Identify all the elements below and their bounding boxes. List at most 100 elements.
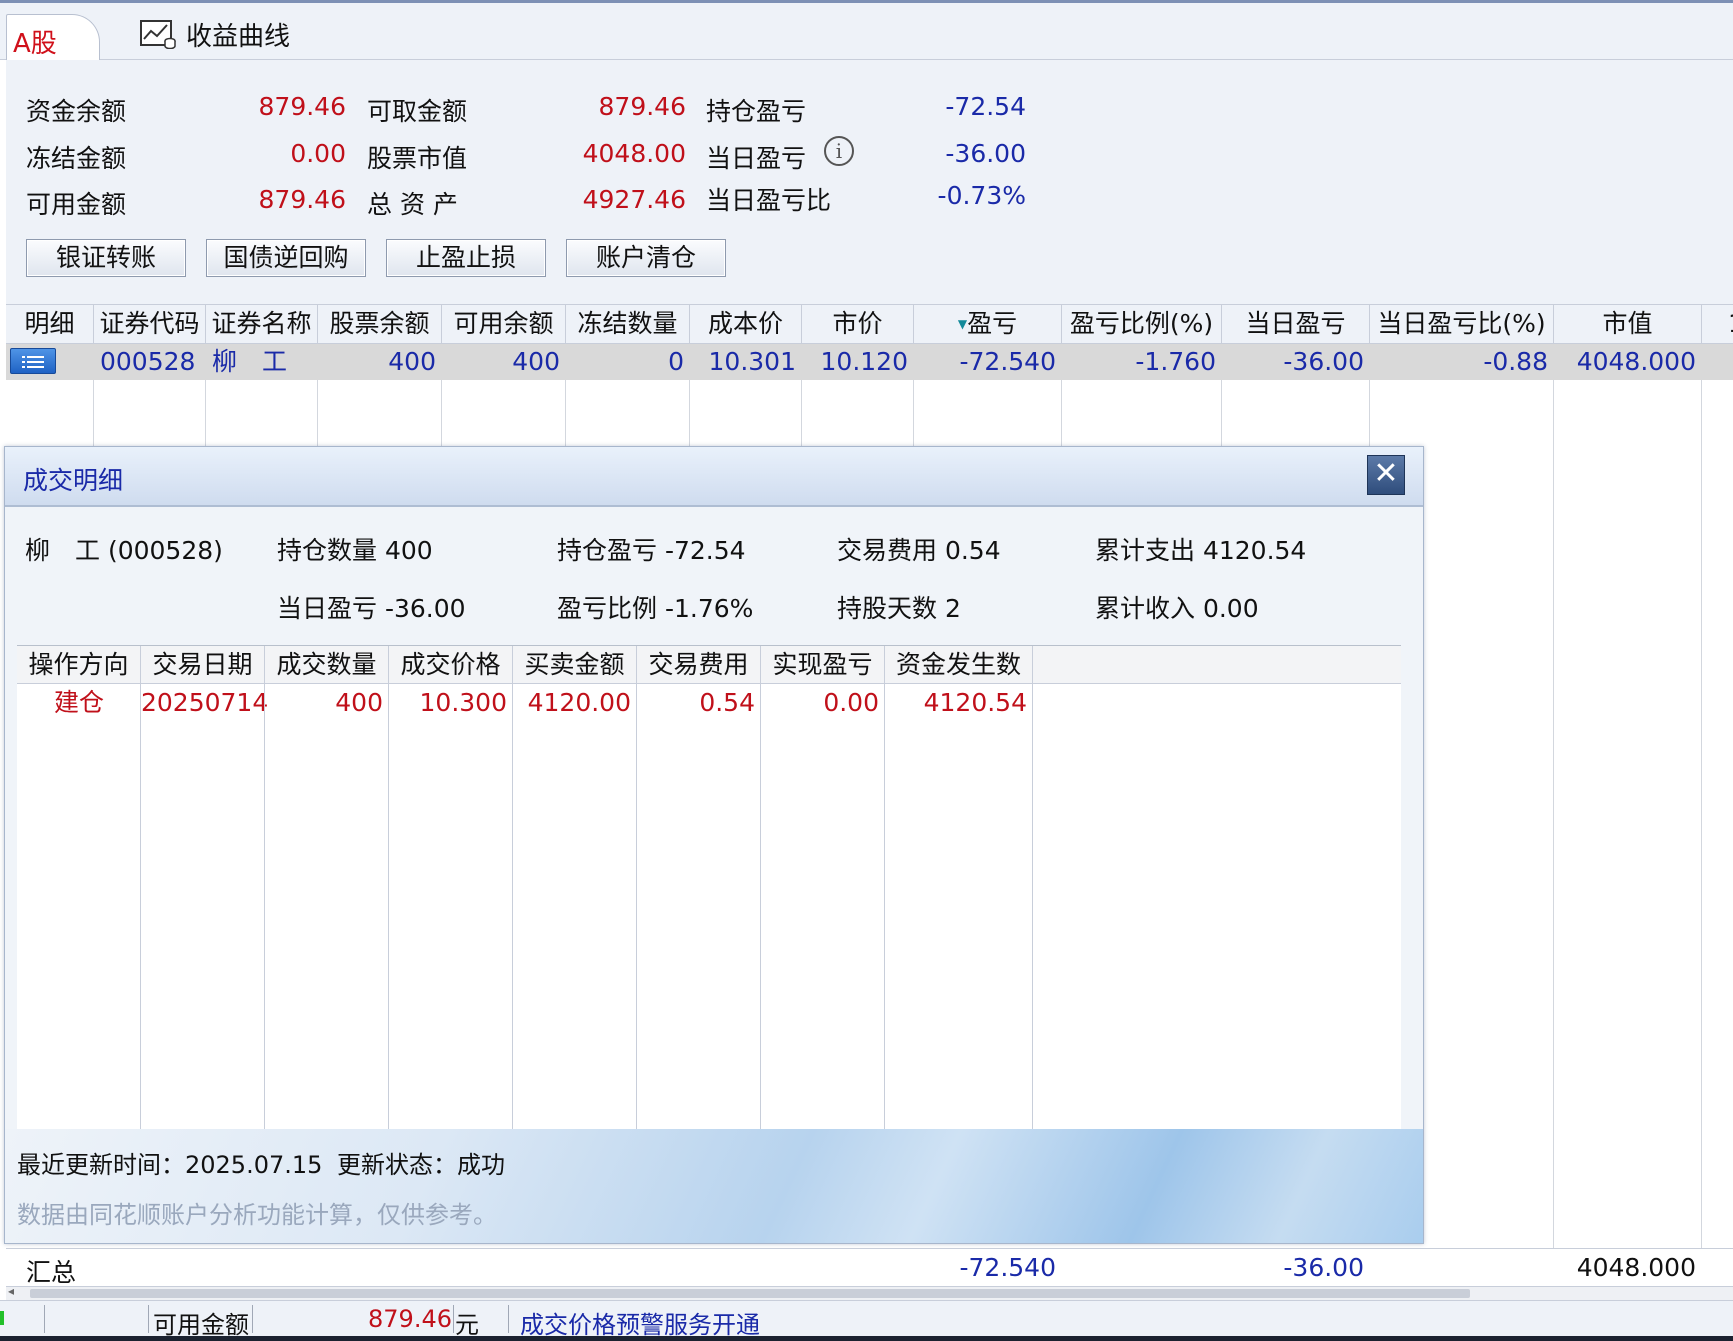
frozen-value: 0.00 bbox=[290, 139, 346, 168]
scrollbar-thumb[interactable] bbox=[30, 1289, 1470, 1298]
stock-name-code: 柳 工 (000528) bbox=[25, 536, 223, 565]
daily-pl-ratio-value: -0.73% bbox=[937, 181, 1026, 210]
col-amount[interactable]: 买卖金额 bbox=[513, 646, 637, 684]
col-daily-pl-ratio[interactable]: 当日盈亏比(%) bbox=[1370, 305, 1554, 343]
withdrawable-label: 可取金额 bbox=[367, 97, 468, 126]
status-available-label: 可用金额 bbox=[153, 1311, 249, 1339]
col-more[interactable]: 1 bbox=[1702, 305, 1733, 343]
holdings-header: 明细 证券代码 证券名称 股票余额 可用余额 冻结数量 成本价 市价 ▼盈亏 盈… bbox=[6, 304, 1733, 344]
cell-pl: -72.540 bbox=[959, 347, 1057, 376]
cell-date: 20250714 bbox=[141, 688, 269, 717]
stop-profit-loss-button[interactable]: 止盈止损 bbox=[386, 239, 546, 277]
col-empty bbox=[1033, 646, 1401, 684]
col-price[interactable]: 成交价格 bbox=[389, 646, 513, 684]
position-qty: 持仓数量 400 bbox=[277, 536, 433, 565]
col-date[interactable]: 交易日期 bbox=[141, 646, 265, 684]
reverse-repo-button[interactable]: 国债逆回购 bbox=[206, 239, 366, 277]
trade-table: 操作方向 交易日期 成交数量 成交价格 买卖金额 交易费用 实现盈亏 资金发生数… bbox=[17, 645, 1401, 1130]
total-assets-value: 4927.46 bbox=[582, 185, 686, 214]
tab-profit-curve[interactable]: 收益曲线 bbox=[140, 14, 290, 54]
cell-amount: 4120.00 bbox=[527, 688, 631, 717]
col-name[interactable]: 证券名称 bbox=[206, 305, 318, 343]
col-cash-flow[interactable]: 资金发生数 bbox=[885, 646, 1033, 684]
detail-list-icon[interactable] bbox=[10, 348, 56, 374]
col-realized[interactable]: 实现盈亏 bbox=[761, 646, 885, 684]
update-status: 更新状态：成功 bbox=[337, 1151, 505, 1179]
pl-ratio: 盈亏比例 -1.76% bbox=[557, 594, 754, 623]
col-pl-ratio[interactable]: 盈亏比例(%) bbox=[1062, 305, 1222, 343]
line-chart-icon bbox=[140, 20, 176, 49]
total-assets-label: 总 资 产 bbox=[367, 190, 458, 219]
position-pl: 持仓盈亏 -72.54 bbox=[557, 536, 746, 565]
total-out: 累计支出 4120.54 bbox=[1095, 536, 1307, 565]
frozen-label: 冻结金额 bbox=[26, 144, 127, 173]
available-value: 879.46 bbox=[258, 185, 346, 214]
cell-qty: 400 bbox=[335, 688, 383, 717]
col-price[interactable]: 市价 bbox=[802, 305, 914, 343]
total-in: 累计收入 0.00 bbox=[1095, 594, 1259, 623]
clear-account-button[interactable]: 账户清仓 bbox=[566, 239, 726, 277]
cell-daily-pl-ratio: -0.88 bbox=[1483, 347, 1548, 376]
total-daily-pl: -36.00 bbox=[1283, 1253, 1364, 1282]
bottom-ticker-strip bbox=[0, 1336, 1733, 1341]
dialog-title-bar[interactable]: 成交明细 bbox=[5, 447, 1423, 507]
cell-realized: 0.00 bbox=[823, 688, 879, 717]
total-pl: -72.540 bbox=[959, 1253, 1057, 1282]
cell-cost: 10.301 bbox=[708, 347, 796, 376]
tab-a-share-label: A股 bbox=[13, 29, 57, 59]
tab-profit-curve-label: 收益曲线 bbox=[186, 21, 291, 52]
status-bar: 可用金额 879.46 元 成交价格预警服务开通 bbox=[0, 1300, 1733, 1340]
col-frozen[interactable]: 冻结数量 bbox=[566, 305, 690, 343]
bank-transfer-button[interactable]: 银证转账 bbox=[26, 239, 186, 277]
col-available[interactable]: 可用余额 bbox=[442, 305, 566, 343]
cell-name: 柳 工 bbox=[212, 347, 288, 376]
cell-frozen: 0 bbox=[668, 347, 684, 376]
cell-price: 10.120 bbox=[820, 347, 908, 376]
col-fee[interactable]: 交易费用 bbox=[637, 646, 761, 684]
col-cost[interactable]: 成本价 bbox=[690, 305, 802, 343]
trade-fee: 交易费用 0.54 bbox=[837, 536, 1001, 565]
market-value-label: 股票市值 bbox=[367, 144, 468, 173]
col-qty[interactable]: 成交数量 bbox=[265, 646, 389, 684]
cell-pl-ratio: -1.760 bbox=[1135, 347, 1216, 376]
daily-pl-label: 当日盈亏 bbox=[706, 144, 807, 173]
withdrawable-value: 879.46 bbox=[598, 92, 686, 121]
scroll-left-icon[interactable]: ◂ bbox=[8, 1284, 14, 1298]
position-pl-label: 持仓盈亏 bbox=[706, 97, 807, 126]
cell-fee: 0.54 bbox=[699, 688, 755, 717]
cell-code: 000528 bbox=[100, 347, 196, 376]
available-label: 可用金额 bbox=[26, 190, 127, 219]
cell-direction: 建仓 bbox=[53, 688, 104, 717]
status-indicator bbox=[0, 1311, 4, 1325]
daily-pl-value: -36.00 bbox=[945, 139, 1026, 168]
col-pl-label: 盈亏 bbox=[967, 309, 1018, 338]
tab-a-share[interactable]: A股 bbox=[6, 14, 100, 62]
status-available-value: 879.46 bbox=[368, 1305, 452, 1333]
total-label: 汇总 bbox=[26, 1258, 77, 1287]
cell-price: 10.300 bbox=[419, 688, 507, 717]
holding-days: 持股天数 2 bbox=[837, 594, 961, 623]
cell-market-value: 4048.000 bbox=[1576, 347, 1696, 376]
horizontal-scrollbar[interactable]: ◂ bbox=[6, 1284, 1733, 1301]
col-pl[interactable]: ▼盈亏 bbox=[914, 305, 1062, 343]
daily-pl: 当日盈亏 -36.00 bbox=[277, 594, 466, 623]
col-detail[interactable]: 明细 bbox=[6, 305, 94, 343]
cell-balance: 400 bbox=[388, 347, 436, 376]
balance-value: 879.46 bbox=[258, 92, 346, 121]
col-market-value[interactable]: 市值 bbox=[1554, 305, 1702, 343]
disclaimer: 数据由同花顺账户分析功能计算，仅供参考。 bbox=[17, 1201, 497, 1229]
col-stock-balance[interactable]: 股票余额 bbox=[318, 305, 442, 343]
cell-cash-flow: 4120.54 bbox=[923, 688, 1027, 717]
status-unit: 元 bbox=[455, 1311, 479, 1339]
col-direction[interactable]: 操作方向 bbox=[17, 646, 141, 684]
trade-detail-dialog: 成交明细 ✕ 柳 工 (000528) 持仓数量 400 持仓盈亏 -72.54… bbox=[4, 446, 1424, 1244]
col-code[interactable]: 证券代码 bbox=[94, 305, 206, 343]
market-value-value: 4048.00 bbox=[582, 139, 686, 168]
table-row[interactable]: 000528 柳 工 400 400 0 10.301 10.120 -72.5… bbox=[6, 344, 1733, 380]
close-icon[interactable]: ✕ bbox=[1367, 455, 1405, 495]
price-alert-link[interactable]: 成交价格预警服务开通 bbox=[520, 1305, 760, 1340]
col-daily-pl[interactable]: 当日盈亏 bbox=[1222, 305, 1370, 343]
daily-pl-ratio-label: 当日盈亏比 bbox=[706, 186, 832, 215]
sort-indicator-icon: ▼ bbox=[957, 317, 968, 331]
info-icon[interactable]: i bbox=[824, 136, 854, 166]
